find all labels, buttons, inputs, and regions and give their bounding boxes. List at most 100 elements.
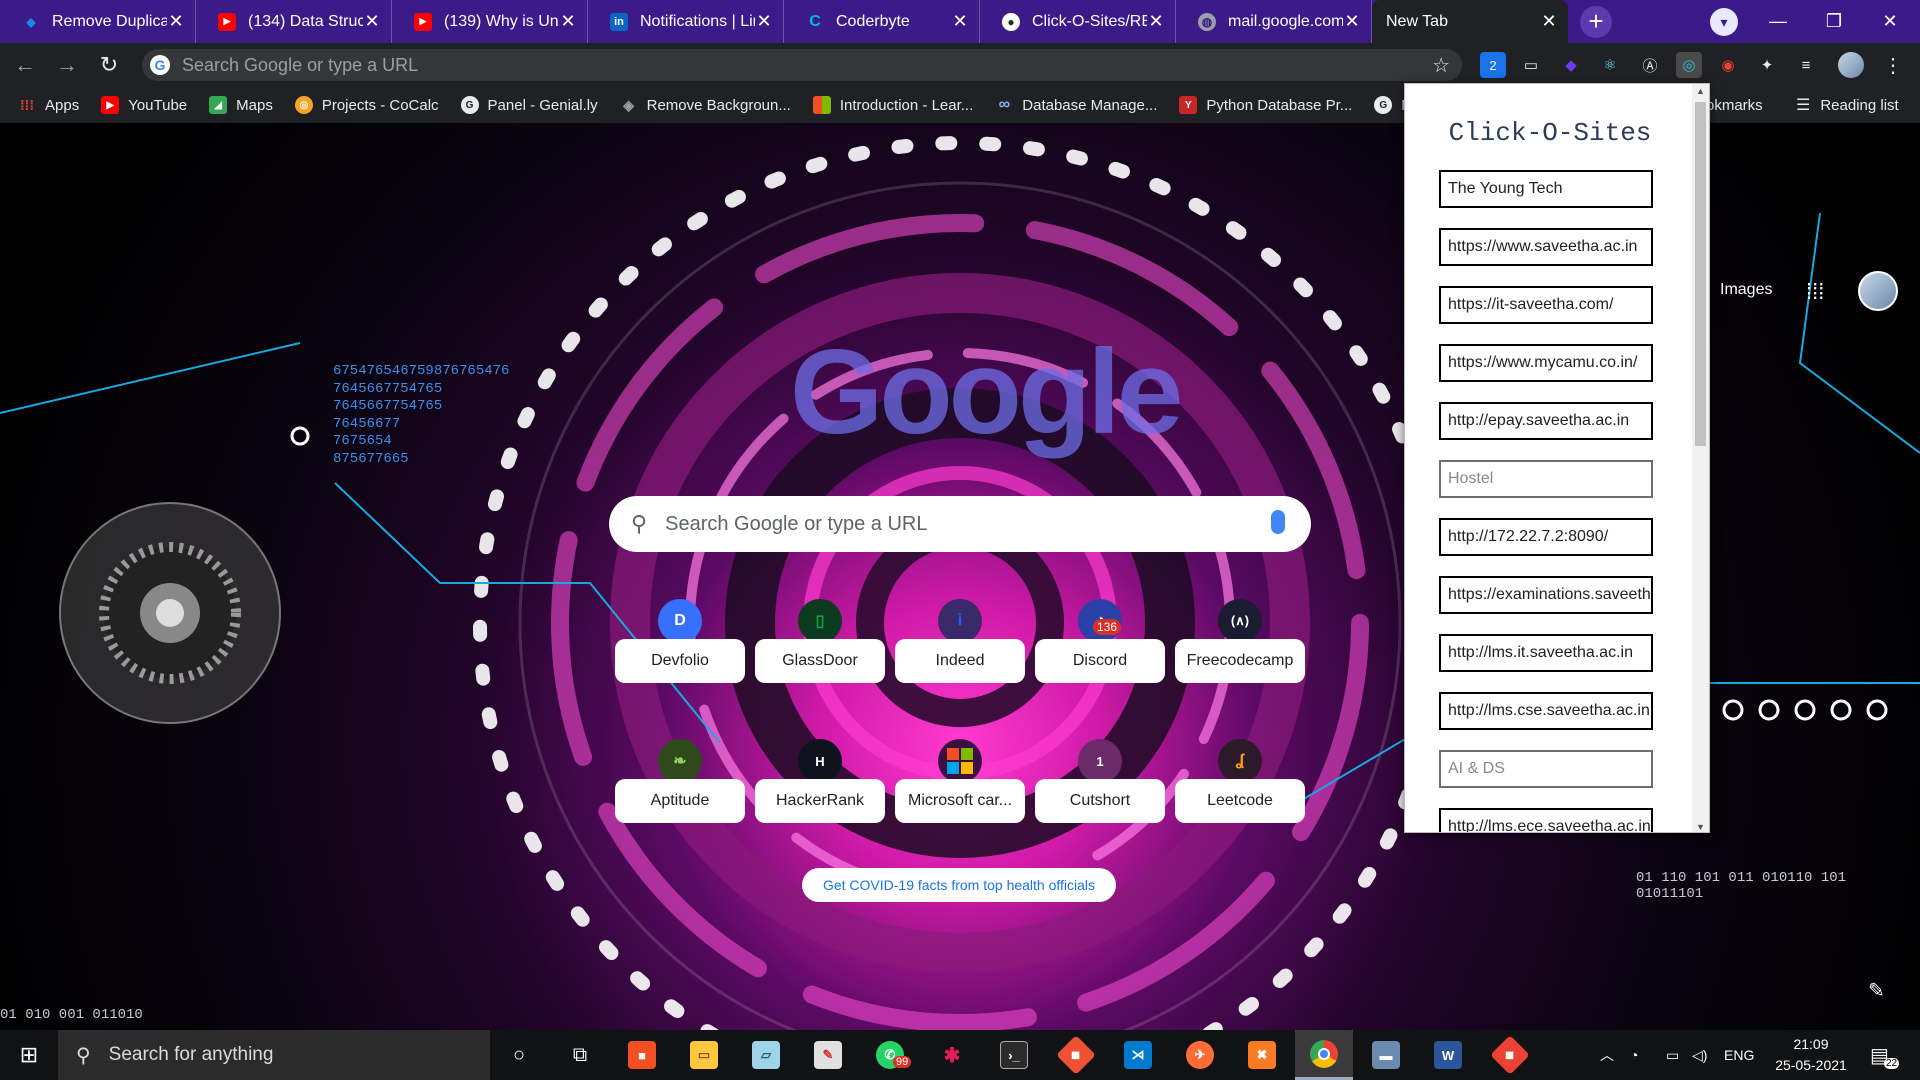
taskbar-search[interactable]: ⚲ Search for anything <box>58 1030 490 1080</box>
site-link[interactable]: http://lms.ece.saveetha.ac.in <box>1439 808 1653 832</box>
close-window-button[interactable]: ✕ <box>1862 0 1918 43</box>
taskbar-store[interactable]: ■ <box>613 1030 671 1080</box>
site-link[interactable]: https://it-saveetha.com/ <box>1439 286 1653 324</box>
extension-window-icon[interactable]: ▭ <box>1518 52 1544 78</box>
media-control-icon[interactable]: ≡ <box>1793 52 1819 78</box>
bookmark-database-management[interactable]: ∞ Database Manage... <box>995 96 1158 114</box>
bookmark-genially[interactable]: G Panel - Genial.ly <box>460 96 598 114</box>
cortana-button[interactable]: ○ <box>490 1030 548 1080</box>
taskbar-vscode[interactable]: ⋊ <box>1109 1030 1167 1080</box>
reload-button[interactable]: ↻ <box>92 48 126 82</box>
other-bookmarks[interactable]: okmarks <box>1706 87 1763 123</box>
shortcut-microsoft-careers[interactable]: Microsoft car... <box>895 739 1025 859</box>
profile-avatar[interactable] <box>1838 52 1864 78</box>
taskbar-app[interactable]: ✎ <box>799 1030 857 1080</box>
bookmark-remove-bg[interactable]: ◈ Remove Backgroun... <box>620 96 791 114</box>
close-icon[interactable]: ✕ <box>363 11 381 32</box>
shortcut-freecodecamp[interactable]: (∧) Freecodecamp <box>1175 599 1305 719</box>
site-link[interactable]: The Young Tech <box>1439 170 1653 208</box>
scroll-up-arrow-icon[interactable]: ▲ <box>1695 86 1706 96</box>
site-link[interactable]: http://172.22.7.2:8090/ <box>1439 518 1653 556</box>
customize-pencil-icon[interactable]: ✎ <box>1868 978 1885 1003</box>
site-link[interactable]: https://www.mycamu.co.in/ <box>1439 344 1653 382</box>
taskbar-app[interactable]: ◆ <box>1481 1030 1539 1080</box>
tray-volume[interactable]: ◁) <box>1692 1030 1707 1080</box>
bookmark-youtube[interactable]: ▶ YouTube <box>101 96 187 114</box>
extension-a-icon[interactable]: Ⓐ <box>1637 52 1663 78</box>
shortcut-hackerrank[interactable]: H HackerRank <box>755 739 885 859</box>
new-tab-button[interactable]: + <box>1576 0 1616 43</box>
close-icon[interactable]: ✕ <box>1540 11 1558 32</box>
taskbar-chrome[interactable] <box>1295 1030 1353 1080</box>
input-language[interactable]: ENG <box>1724 1030 1754 1080</box>
task-view-button[interactable]: ⧉ <box>551 1030 609 1080</box>
close-icon[interactable]: ✕ <box>167 11 185 32</box>
tab-search-button[interactable]: ▾ <box>1710 8 1738 36</box>
shortcut-indeed[interactable]: i Indeed <box>895 599 1025 719</box>
close-icon[interactable]: ✕ <box>1147 11 1165 32</box>
shortcut-discord[interactable]: ◕ 136 Discord <box>1035 599 1165 719</box>
taskbar-file-explorer[interactable]: ▭ <box>675 1030 733 1080</box>
extension-color-icon[interactable]: ◉ <box>1715 52 1741 78</box>
bookmark-apps[interactable]: ⁞⁞⁞ Apps <box>18 96 79 114</box>
tab-youtube-data-structures[interactable]: ▶ (134) Data Structures ✕ <box>196 0 392 43</box>
scroll-down-arrow-icon[interactable]: ▼ <box>1695 822 1706 832</box>
taskbar-word[interactable]: W <box>1419 1030 1477 1080</box>
close-icon[interactable]: ✕ <box>951 11 969 32</box>
taskbar-app[interactable]: ▱ <box>737 1030 795 1080</box>
address-bar[interactable]: G Search Google or type a URL ☆ <box>142 49 1462 81</box>
site-link[interactable]: https://www.saveetha.ac.in <box>1439 228 1653 266</box>
taskbar-clock[interactable]: 21:09 25-05-2021 <box>1766 1034 1856 1076</box>
scrollbar-thumb[interactable] <box>1695 102 1706 446</box>
taskbar-terminal[interactable]: ›_ <box>985 1030 1043 1080</box>
extension-badge-icon[interactable]: 2 <box>1480 52 1506 78</box>
bookmark-star-icon[interactable]: ☆ <box>1432 53 1450 78</box>
extension-diamond-icon[interactable]: ◆ <box>1558 52 1584 78</box>
kebab-menu-icon[interactable]: ⋮ <box>1880 52 1906 78</box>
microphone-icon[interactable] <box>1271 510 1285 534</box>
restore-button[interactable]: ❐ <box>1806 0 1862 43</box>
taskbar-slack[interactable]: ✱ <box>923 1030 981 1080</box>
tab-linkedin[interactable]: in Notifications | LinkedIn ✕ <box>588 0 784 43</box>
tab-new-tab[interactable]: New Tab ✕ <box>1372 0 1568 43</box>
minimize-button[interactable]: — <box>1750 0 1806 43</box>
taskbar-app[interactable]: ◆ <box>1047 1030 1105 1080</box>
close-icon[interactable]: ✕ <box>559 11 577 32</box>
click-o-sites-extension-icon[interactable]: ◎ <box>1676 52 1702 78</box>
shortcut-glassdoor[interactable]: ▯ GlassDoor <box>755 599 885 719</box>
site-link[interactable]: https://examinations.saveetha <box>1439 576 1653 614</box>
back-button[interactable]: ← <box>8 48 42 82</box>
shortcut-cutshort[interactable]: 1 Cutshort <box>1035 739 1165 859</box>
close-icon[interactable]: ✕ <box>1343 11 1361 32</box>
covid-info-link[interactable]: Get COVID-19 facts from top health offic… <box>802 868 1116 902</box>
search-box[interactable]: ⚲ Search Google or type a URL <box>609 496 1311 552</box>
puzzle-icon[interactable]: ✦ <box>1754 52 1780 78</box>
tab-gmail[interactable]: ◍ mail.google.com ✕ <box>1176 0 1372 43</box>
tab-github-click-o-sites[interactable]: ● Click-O-Sites/README ✕ <box>980 0 1176 43</box>
site-link[interactable]: http://epay.saveetha.ac.in <box>1439 402 1653 440</box>
react-devtools-icon[interactable]: ⚛ <box>1597 52 1623 78</box>
action-center-button[interactable]: ▤ 22 <box>1870 1030 1900 1080</box>
google-apps-icon[interactable]: ⁞⁞⁞ <box>1806 279 1830 304</box>
site-link[interactable]: http://lms.cse.saveetha.ac.in <box>1439 692 1653 730</box>
tray-battery[interactable]: ▭ <box>1666 1030 1679 1080</box>
bookmark-python-database[interactable]: Y Python Database Pr... <box>1179 96 1352 114</box>
shortcut-devfolio[interactable]: D Devfolio <box>615 599 745 719</box>
bookmark-cocalc[interactable]: ◎ Projects - CoCalc <box>294 96 439 114</box>
tab-remove-duplicates[interactable]: ◆ Remove Duplicates ✕ <box>0 0 196 43</box>
bookmark-microsoft-learn[interactable]: Introduction - Lear... <box>812 96 973 114</box>
taskbar-app[interactable]: ▬ <box>1357 1030 1415 1080</box>
popup-scrollbar[interactable]: ▲ ▼ <box>1692 84 1709 832</box>
reading-list[interactable]: ☰ Reading list <box>1796 87 1899 123</box>
taskbar-app[interactable]: ✈ <box>1171 1030 1229 1080</box>
account-avatar[interactable] <box>1858 271 1898 311</box>
shortcut-aptitude[interactable]: ❧ Aptitude <box>615 739 745 859</box>
tray-overflow-chevron[interactable]: ︿ <box>1600 1030 1614 1080</box>
shortcut-leetcode[interactable]: ʆ Leetcode <box>1175 739 1305 859</box>
tab-coderbyte[interactable]: C Coderbyte ✕ <box>784 0 980 43</box>
forward-button[interactable]: → <box>50 48 84 82</box>
tray-network[interactable]: ◔ <box>1630 1030 1638 1080</box>
images-link[interactable]: Images <box>1720 281 1772 299</box>
taskbar-xampp[interactable]: ✖ <box>1233 1030 1291 1080</box>
close-icon[interactable]: ✕ <box>755 11 773 32</box>
